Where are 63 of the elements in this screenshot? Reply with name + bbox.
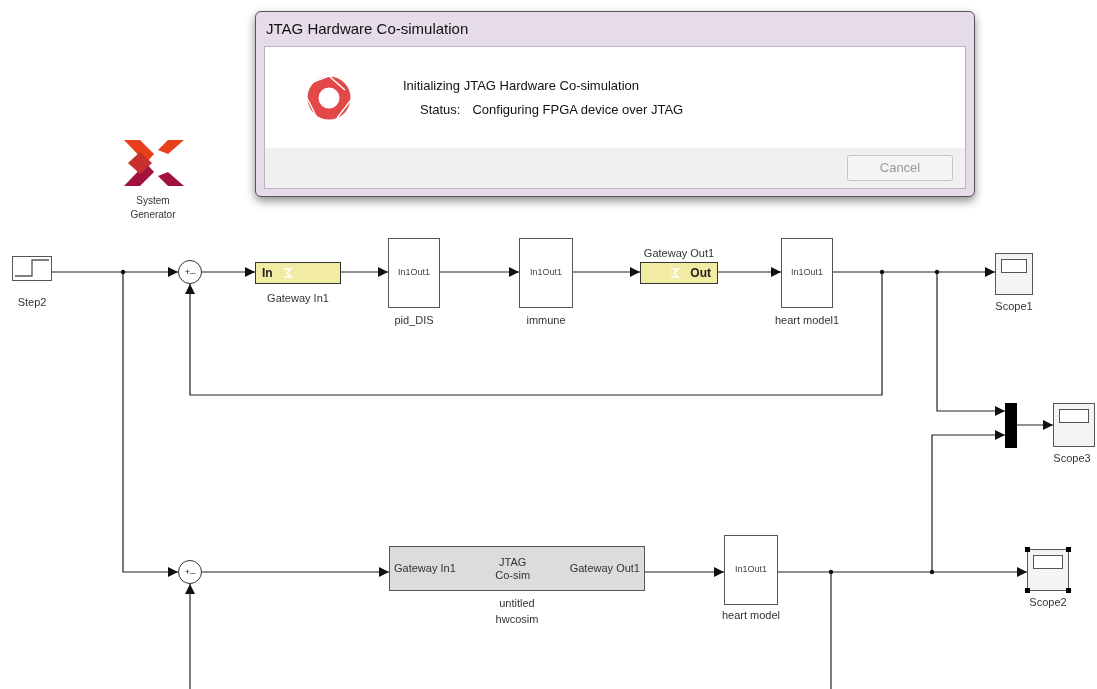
gateway-block[interactable]: In — [255, 262, 341, 284]
block-label: Gateway Out1 — [643, 246, 715, 261]
subsystem-block[interactable]: In1Out1 — [519, 238, 573, 308]
selection-handle — [1066, 588, 1071, 593]
block-label: Step2 — [17, 295, 47, 310]
junction-dot — [934, 269, 940, 275]
block-label: immune — [526, 313, 566, 328]
junction-dot — [929, 569, 935, 575]
step-block[interactable] — [12, 256, 52, 281]
selection-handle — [1025, 547, 1030, 552]
step-icon — [15, 259, 49, 278]
sum-sign: _ — [190, 264, 196, 274]
status-message: Initializing JTAG Hardware Co-simulation — [403, 77, 640, 95]
scope-screen — [1033, 555, 1063, 569]
block-label: Scope1 — [995, 299, 1033, 314]
sum-block[interactable]: +_ — [178, 260, 202, 284]
xilinx-glyph-icon — [282, 268, 293, 278]
junction-dot — [120, 269, 126, 275]
gateway-text: In — [262, 265, 273, 282]
status-label: Status: — [420, 100, 461, 119]
port-label: Out1 — [747, 563, 767, 577]
port-label: In1 — [530, 266, 543, 280]
sum-sign: + — [184, 567, 191, 577]
sum-sign: + — [184, 267, 191, 277]
block-label: pid_DIS — [394, 313, 434, 328]
scope-screen — [1059, 409, 1089, 423]
scope-block[interactable] — [1053, 403, 1095, 447]
signal-line — [1016, 420, 1054, 430]
port-label: In1 — [791, 266, 804, 280]
window-title: JTAG Hardware Co-simulation — [266, 18, 469, 39]
block-label: Gateway In1 — [267, 291, 329, 306]
port-label: Gateway In1 — [394, 561, 456, 577]
gateway-text: Out — [690, 265, 711, 282]
selection-handle — [1066, 547, 1071, 552]
selection-handle — [1025, 588, 1030, 593]
sum-sign: _ — [190, 564, 196, 574]
port-label: Out1 — [803, 266, 823, 280]
xilinx-logo-icon — [124, 140, 184, 186]
junction-dot — [828, 569, 834, 575]
port-label: In1 — [398, 266, 411, 280]
subsystem-block[interactable]: In1Out1 — [724, 535, 778, 605]
port-label: Gateway Out1 — [569, 561, 640, 577]
subsystem-block[interactable]: In1Out1 — [388, 238, 440, 308]
logo-label: System Generator — [129, 194, 177, 222]
block-title: JTAG Co-sim — [494, 555, 532, 582]
xilinx-glyph-icon — [670, 268, 681, 278]
block-label: heart model — [721, 608, 781, 623]
port-label: Out1 — [542, 266, 562, 280]
block-label: Scope3 — [1053, 451, 1091, 466]
status-value: Configuring FPGA device over JTAG — [472, 100, 684, 119]
port-label: In1 — [735, 563, 748, 577]
scope-screen — [1001, 259, 1027, 273]
sum-block[interactable]: +_ — [178, 560, 202, 584]
subsystem-block[interactable]: In1Out1 — [781, 238, 833, 308]
port-label: Out1 — [410, 266, 430, 280]
scope-block[interactable] — [995, 253, 1033, 295]
block-label: heart model1 — [774, 313, 840, 328]
junction-dot — [879, 269, 885, 275]
hwcosim-block[interactable]: Gateway In1 JTAG Co-sim Gateway Out1 — [389, 546, 645, 591]
block-label: untitled hwcosim — [494, 596, 540, 627]
gateway-block[interactable]: Out — [640, 262, 718, 284]
scope-block[interactable] — [1027, 549, 1069, 591]
block-label: Scope2 — [1029, 595, 1067, 610]
